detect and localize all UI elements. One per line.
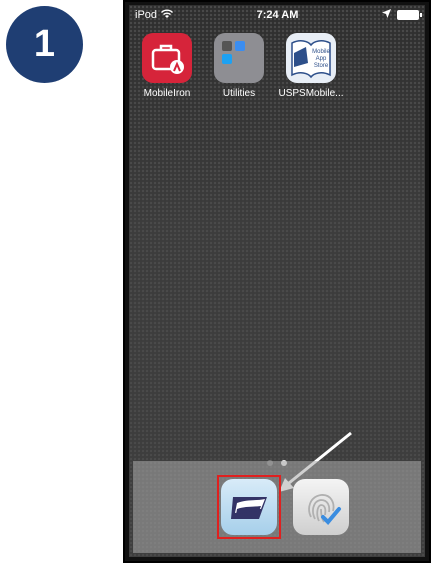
mini-app-icon	[222, 54, 232, 64]
phone-screen: iPod 7:24 AM MobileIron Utilities Mobile…	[123, 0, 431, 563]
carrier-label: iPod	[135, 9, 158, 21]
utilities-folder-icon	[214, 33, 264, 83]
touch-id-app-icon[interactable]	[293, 479, 349, 535]
mini-app-icon	[235, 41, 245, 51]
usps-mobile-app-store-icon: Mobile App Store	[286, 33, 336, 83]
mini-app-icon	[222, 41, 232, 51]
home-app-grid: MobileIron Utilities Mobile App Store US…	[139, 33, 344, 99]
usps-icon-text: App	[316, 56, 327, 62]
usps-app-highlight-box	[217, 475, 281, 539]
usps-icon-text: Mobile	[312, 49, 330, 55]
step-number-badge: 1	[6, 6, 83, 83]
app-label: MobileIron	[143, 88, 191, 99]
battery-icon	[397, 10, 422, 20]
home-wallpaper: iPod 7:24 AM MobileIron Utilities Mobile…	[129, 5, 425, 557]
wifi-icon	[161, 9, 174, 22]
location-icon	[382, 9, 391, 21]
app-usps-mobile-app-store[interactable]: Mobile App Store USPSMobile...	[278, 33, 344, 99]
usps-icon-text: Store	[314, 63, 329, 69]
app-label: Utilities	[222, 88, 256, 99]
app-label: USPSMobile...	[278, 88, 344, 99]
app-utilities-folder[interactable]: Utilities	[211, 33, 267, 99]
dock	[133, 461, 421, 553]
app-mobileiron[interactable]: MobileIron	[139, 33, 195, 99]
clock-time: 7:24 AM	[256, 9, 299, 21]
mobileiron-icon	[142, 33, 192, 83]
status-bar: iPod 7:24 AM	[129, 5, 425, 25]
